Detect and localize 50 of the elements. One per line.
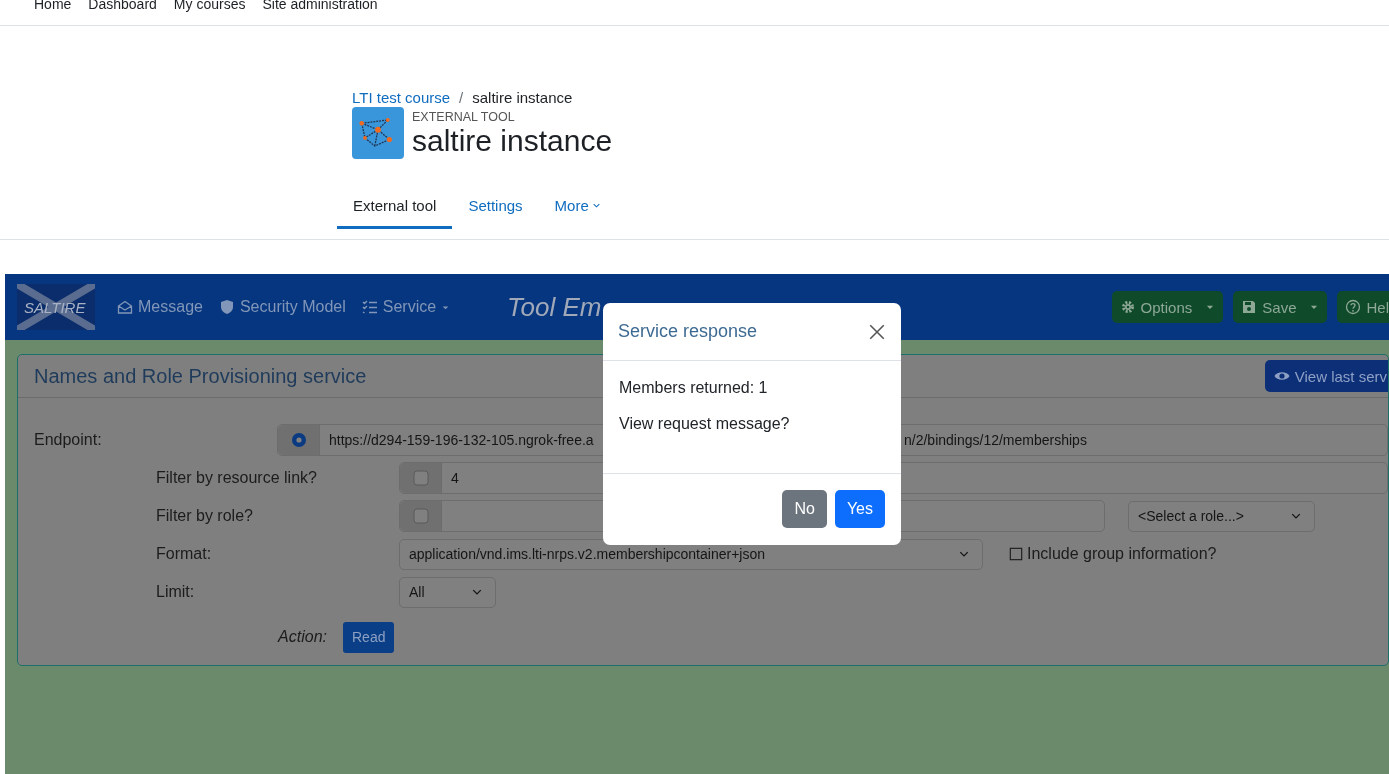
tool-title: Tool Em — [507, 291, 602, 323]
nav-link[interactable]: Message — [117, 298, 203, 316]
dialog-button[interactable]: Yes — [834, 490, 885, 528]
dialog-button[interactable]: No — [782, 490, 827, 528]
toolbar-button[interactable]: Hel — [1337, 291, 1389, 323]
nav-link[interactable]: Security Model — [218, 298, 346, 316]
view-last-service-button[interactable]: View last serv — [1264, 360, 1388, 392]
endpoint-url: https://d294-159-196-132-105.ngrok-free.a — [329, 432, 595, 448]
page-title: saltire instance — [412, 124, 613, 158]
logo-text: SALTIRE — [24, 299, 86, 316]
help-icon — [1345, 299, 1362, 315]
toolbar-button[interactable]: Options — [1111, 291, 1224, 323]
activity-type: EXTERNAL TOOL — [412, 110, 516, 124]
role-select[interactable]: <Select a role...> — [1128, 500, 1315, 532]
field-label: Limit: — [156, 583, 196, 601]
checklist-icon — [361, 299, 378, 315]
checkbox[interactable] — [412, 470, 429, 486]
breadcrumb-current: saltire instance — [472, 88, 573, 106]
endpoint-url: n/2/bindings/12/memberships — [904, 432, 1087, 448]
field-label: Filter by role? — [156, 507, 254, 525]
shield-icon — [218, 299, 235, 315]
envelope-icon — [117, 299, 133, 315]
field-label: Action: — [276, 628, 327, 646]
breadcrumb-link[interactable]: LTI test course — [352, 88, 451, 106]
checkbox-label: Include group information? — [1027, 545, 1217, 563]
field-label: Filter by resource link? — [156, 469, 318, 487]
toolbar-button[interactable]: Save — [1233, 291, 1328, 323]
nav-link[interactable]: My courses — [173, 0, 246, 11]
saltire-flag-icon — [17, 284, 95, 330]
limit-select[interactable]: All — [399, 576, 496, 608]
panel-title: Names and Role Provisioning service — [34, 364, 367, 388]
tab[interactable]: External tool — [337, 185, 453, 229]
tab[interactable]: More — [538, 185, 617, 229]
nav-link[interactable]: Service — [361, 298, 451, 316]
field-label: Format: — [156, 545, 213, 563]
tab[interactable]: Settings — [452, 185, 539, 229]
nav-link[interactable]: Home — [34, 0, 72, 11]
close-icon[interactable] — [868, 322, 886, 341]
checkbox[interactable] — [412, 508, 429, 524]
field-label: Endpoint: — [34, 431, 103, 449]
radio-button[interactable] — [290, 432, 307, 448]
modal-title: Service response — [618, 321, 758, 342]
read-button[interactable]: Read — [343, 621, 395, 653]
modal-message: View request message? — [619, 415, 791, 433]
checkbox[interactable] — [1009, 547, 1023, 561]
network-icon — [352, 107, 404, 159]
caret-icon — [591, 201, 601, 210]
breadcrumb-separator: / — [459, 88, 464, 106]
gear-icon — [1119, 299, 1136, 315]
modal-message: Members returned: 1 — [619, 379, 769, 397]
